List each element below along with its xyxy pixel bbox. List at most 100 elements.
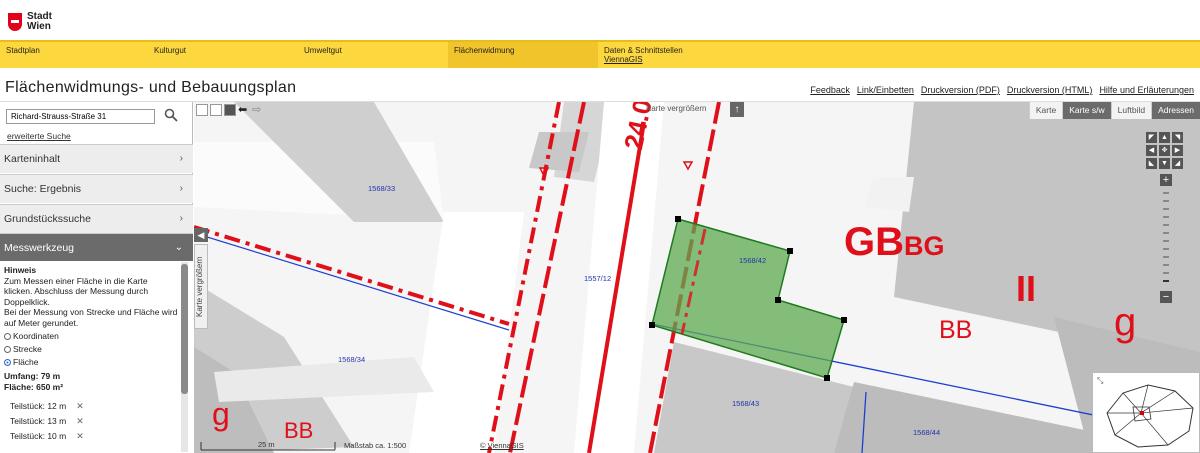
- zoom-in-icon[interactable]: +: [1160, 174, 1172, 186]
- link-feedback[interactable]: Feedback: [810, 85, 850, 95]
- zoning-class-label: II: [1016, 268, 1037, 309]
- expand-map-vertical-tab[interactable]: Karte vergrößern: [194, 244, 208, 329]
- section-karteninhalt[interactable]: Karteninhalt ›: [0, 144, 193, 173]
- search-icon[interactable]: [164, 108, 178, 122]
- nav-kulturgut[interactable]: Kulturgut: [148, 42, 298, 68]
- layer-adressen[interactable]: Adressen: [1151, 102, 1200, 119]
- section-grundstueckssuche[interactable]: Grundstückssuche ›: [0, 204, 193, 233]
- expand-map-label[interactable]: Karte vergrößern: [646, 104, 706, 113]
- chevron-right-icon: ›: [179, 183, 183, 194]
- extended-search-link[interactable]: erweiterte Suche: [7, 131, 71, 141]
- layer-switcher: Karte Karte s/w Luftbild Adressen: [1028, 102, 1200, 119]
- pan-nw-icon[interactable]: ◤: [1146, 132, 1157, 143]
- segment-row: Teilstück: 12 m ✕: [10, 401, 84, 412]
- stadt-wien-logo[interactable]: Stadt Wien: [8, 12, 52, 32]
- svg-text:⤡: ⤡: [1097, 376, 1104, 385]
- wien-shield-icon: [8, 13, 22, 31]
- zoom-level-tick[interactable]: [1163, 240, 1169, 242]
- perimeter-value: Umfang: 79 m: [4, 371, 61, 381]
- measure-panel: Hinweis Zum Messen einer Fläche in die K…: [0, 261, 193, 453]
- chevron-right-icon: ›: [179, 213, 183, 224]
- pan-tool-icon[interactable]: [196, 104, 208, 116]
- nav-umweltgut[interactable]: Umweltgut: [298, 42, 448, 68]
- parcel-label: 1568/33: [368, 184, 396, 193]
- collapse-sidebar-button[interactable]: ◀: [194, 228, 208, 242]
- zoom-level-tick[interactable]: [1163, 216, 1169, 218]
- radio-strecke[interactable]: Strecke: [4, 343, 189, 356]
- layer-karte-sw[interactable]: Karte s/w: [1062, 102, 1111, 119]
- map-canvas[interactable]: [194, 102, 1200, 453]
- pan-e-icon[interactable]: ▶: [1172, 145, 1183, 156]
- hint-title: Hinweis: [4, 265, 37, 275]
- pan-n-icon[interactable]: ▲: [1159, 132, 1170, 143]
- zoom-level-tick[interactable]: [1163, 200, 1169, 202]
- zoom-level-tick[interactable]: [1163, 208, 1169, 210]
- zoom-level-tick[interactable]: [1163, 232, 1169, 234]
- zoom-box-tool-icon[interactable]: [210, 104, 222, 116]
- top-bar: Stadt Wien: [0, 0, 1200, 40]
- radio-button-selected[interactable]: [4, 359, 11, 366]
- parcel-label: 1568/44: [913, 428, 941, 437]
- nav-stadtplan[interactable]: Stadtplan: [0, 42, 148, 68]
- zoom-level-tick[interactable]: [1163, 256, 1169, 258]
- section-suche-ergebnis[interactable]: Suche: Ergebnis ›: [0, 174, 193, 203]
- close-icon[interactable]: ✕: [76, 401, 84, 412]
- measure-tool-icon[interactable]: [224, 104, 236, 116]
- zoom-control: + −: [1160, 174, 1172, 304]
- forward-arrow-icon[interactable]: ⇨: [252, 104, 264, 116]
- nav-flaechenwidmung[interactable]: Flächenwidmung: [448, 42, 598, 68]
- zoom-level-tick[interactable]: [1163, 192, 1169, 194]
- zoning-gb-label: GBBG: [844, 220, 945, 264]
- radio-flaeche[interactable]: Fläche: [4, 356, 189, 369]
- copyright-text: © ViennaGIS: [480, 441, 524, 450]
- parcel-label: 1557/12: [584, 274, 612, 283]
- pan-center-icon[interactable]: ✥: [1159, 145, 1170, 156]
- zoom-level-tick[interactable]: [1163, 248, 1169, 250]
- segment-row: Teilstück: 10 m ✕: [10, 431, 84, 442]
- pan-se-icon[interactable]: ◢: [1172, 158, 1183, 169]
- chevron-down-icon: ⌄: [174, 242, 183, 253]
- link-hilfe[interactable]: Hilfe und Erläuterungen: [1099, 85, 1194, 95]
- pan-ne-icon[interactable]: ◥: [1172, 132, 1183, 143]
- pan-sw-icon[interactable]: ◣: [1146, 158, 1157, 169]
- radio-koordinaten[interactable]: Koordinaten: [4, 330, 189, 343]
- close-icon[interactable]: ✕: [76, 416, 84, 427]
- main-nav: Stadtplan Kulturgut Umweltgut Flächenwid…: [0, 40, 1200, 68]
- back-arrow-icon[interactable]: ⬅: [238, 104, 250, 116]
- close-icon[interactable]: ✕: [76, 431, 84, 442]
- expand-map-arrow-icon[interactable]: ↑: [730, 102, 744, 117]
- zoom-level-tick-current[interactable]: [1163, 280, 1169, 282]
- radio-button[interactable]: [4, 346, 11, 353]
- area-value: Fläche: 650 m²: [4, 381, 64, 392]
- parcel-label: 1568/42: [739, 256, 767, 265]
- zoning-g-label: g: [1114, 300, 1137, 344]
- panel-scrollbar-thumb[interactable]: [181, 264, 188, 394]
- radio-button[interactable]: [4, 333, 11, 340]
- link-einbetten[interactable]: Link/Einbetten: [857, 85, 914, 95]
- map-view[interactable]: 1568/33 1557/12 1568/42 1568/34 1568/43 …: [194, 102, 1200, 453]
- chevron-right-icon: ›: [179, 153, 183, 164]
- page-title: Flächenwidmungs- und Bebauungsplan: [5, 79, 297, 96]
- zoom-level-tick[interactable]: [1163, 224, 1169, 226]
- parcel-label: 1568/34: [338, 355, 366, 364]
- title-bar: Flächenwidmungs- und Bebauungsplan Feedb…: [0, 68, 1200, 102]
- zoning-bb-label: BB: [939, 316, 973, 344]
- section-messwerkzeug[interactable]: Messwerkzeug ⌄: [0, 233, 193, 261]
- zoom-level-tick[interactable]: [1163, 264, 1169, 266]
- nav-daten-schnittstellen[interactable]: Daten & Schnittstellen ViennaGIS: [598, 42, 748, 68]
- parcel-label: 1568/43: [732, 399, 760, 408]
- logo-text: Stadt Wien: [27, 11, 52, 32]
- hint-text-2: Bei der Messung von Strecke und Fläche w…: [4, 307, 178, 328]
- pan-w-icon[interactable]: ◀: [1146, 145, 1157, 156]
- overview-map[interactable]: ⤡: [1092, 372, 1200, 453]
- layer-luftbild[interactable]: Luftbild: [1110, 102, 1152, 119]
- hint-text: Zum Messen einer Fläche in die Karte kli…: [4, 275, 149, 307]
- zoom-out-icon[interactable]: −: [1160, 291, 1172, 303]
- link-druck-html[interactable]: Druckversion (HTML): [1007, 85, 1093, 95]
- scale-bar-label: 25 m: [258, 440, 275, 449]
- link-druck-pdf[interactable]: Druckversion (PDF): [921, 85, 1000, 95]
- layer-karte[interactable]: Karte: [1028, 102, 1063, 119]
- pan-s-icon[interactable]: ▼: [1159, 158, 1170, 169]
- address-search-input[interactable]: [6, 109, 155, 124]
- zoom-level-tick[interactable]: [1163, 272, 1169, 274]
